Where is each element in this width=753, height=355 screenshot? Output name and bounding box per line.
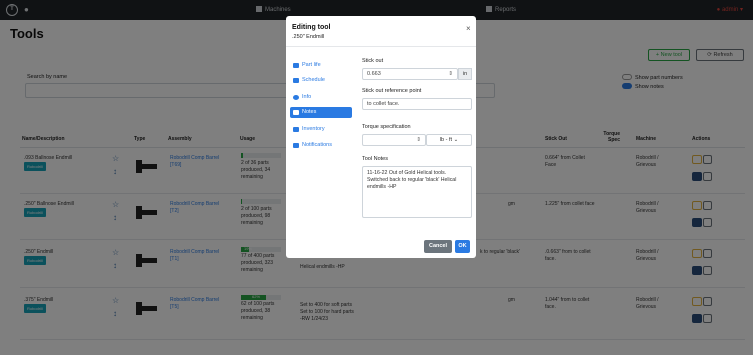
stick-out-input[interactable]: 0.663 ⇕ xyxy=(362,68,458,80)
modal-subtitle: .250" Endmill xyxy=(292,34,325,40)
stepper-icon[interactable]: ⇕ xyxy=(448,69,453,79)
edit-tool-modal: Editing tool .250" Endmill × Part life S… xyxy=(286,16,476,258)
nav-label: Schedule xyxy=(302,77,325,83)
stick-out-label: Stick out xyxy=(362,58,384,64)
tool-notes-textarea[interactable]: 11-16-22 Out of Gold Helical tools. Swit… xyxy=(362,166,472,218)
info-icon xyxy=(293,95,299,100)
cancel-button[interactable]: Cancel xyxy=(424,240,452,253)
close-icon[interactable]: × xyxy=(466,24,471,33)
notes-icon xyxy=(293,110,299,115)
chevron-down-icon: ⌄ xyxy=(453,137,459,143)
bell-icon xyxy=(293,143,299,148)
modal-nav-notifications[interactable]: Notifications xyxy=(290,140,352,151)
stick-out-unit: in xyxy=(458,68,472,80)
tool-notes-label: Tool Notes xyxy=(362,156,388,162)
nav-label: Notes xyxy=(302,109,317,115)
modal-title: Editing tool xyxy=(292,24,331,31)
stick-out-input-value: 0.663 xyxy=(367,71,381,77)
modal-nav-schedule[interactable]: Schedule xyxy=(290,75,352,86)
modal-nav-info[interactable]: Info xyxy=(290,92,352,103)
modal-nav-inventory[interactable]: Inventory xyxy=(290,124,352,135)
nav-label: Inventory xyxy=(302,126,325,132)
torque-input[interactable]: ⇕ xyxy=(362,134,426,146)
stepper-icon[interactable]: ⇕ xyxy=(416,135,421,145)
nav-label: Notifications xyxy=(302,142,332,148)
torque-unit-select[interactable]: lb - ft ⌄ xyxy=(426,134,472,146)
nav-label: Info xyxy=(302,94,312,100)
nav-label: Part life xyxy=(302,62,321,68)
calendar-icon xyxy=(293,78,299,83)
ok-button[interactable]: OK xyxy=(455,240,470,253)
torque-label: Torque specification xyxy=(362,124,411,130)
reference-label: Stick out reference point xyxy=(362,88,422,94)
cart-icon xyxy=(293,127,299,132)
modal-divider xyxy=(286,46,476,47)
part-life-icon xyxy=(293,63,299,68)
reference-input[interactable]: to collet face. xyxy=(362,98,472,110)
torque-unit-value: lb - ft xyxy=(439,137,453,143)
modal-nav-notes[interactable]: Notes xyxy=(290,107,352,118)
modal-nav-part-life[interactable]: Part life xyxy=(290,60,352,71)
